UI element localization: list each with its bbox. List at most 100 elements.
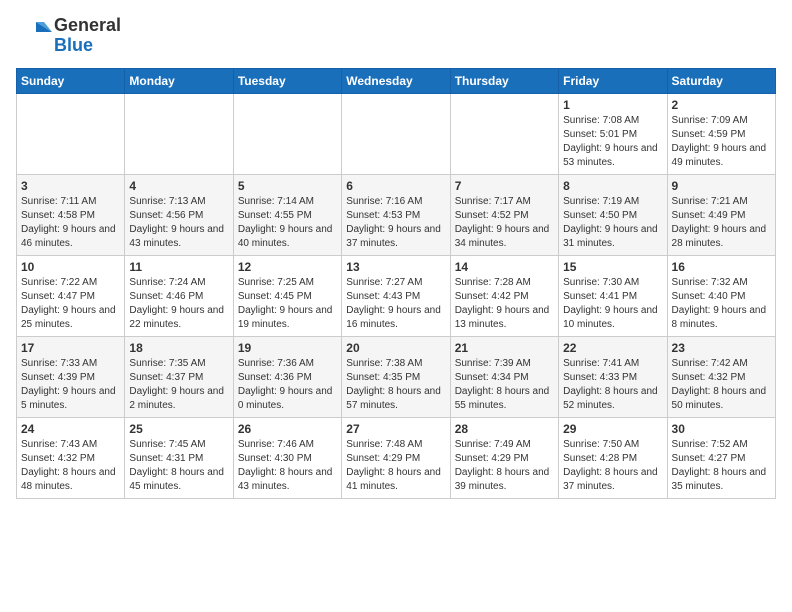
day-info: Sunrise: 7:11 AMSunset: 4:58 PMDaylight:… xyxy=(21,195,120,251)
day-cell: 27 Sunrise: 7:48 AMSunset: 4:29 PMDayligh… xyxy=(342,417,450,498)
day-number: 25 xyxy=(129,422,228,436)
day-number: 30 xyxy=(672,422,771,436)
day-number: 2 xyxy=(672,98,771,112)
day-cell xyxy=(125,93,233,174)
day-cell xyxy=(450,93,558,174)
col-header-friday: Friday xyxy=(559,68,667,93)
day-number: 5 xyxy=(238,179,337,193)
logo: General Blue xyxy=(16,16,121,56)
day-number: 18 xyxy=(129,341,228,355)
day-number: 15 xyxy=(563,260,662,274)
col-header-wednesday: Wednesday xyxy=(342,68,450,93)
day-number: 16 xyxy=(672,260,771,274)
day-number: 8 xyxy=(563,179,662,193)
day-info: Sunrise: 7:41 AMSunset: 4:33 PMDaylight:… xyxy=(563,357,662,413)
day-number: 19 xyxy=(238,341,337,355)
day-cell: 18 Sunrise: 7:35 AMSunset: 4:37 PMDayligh… xyxy=(125,336,233,417)
day-info: Sunrise: 7:50 AMSunset: 4:28 PMDaylight:… xyxy=(563,438,662,494)
day-info: Sunrise: 7:28 AMSunset: 4:42 PMDaylight:… xyxy=(455,276,554,332)
day-cell: 15 Sunrise: 7:30 AMSunset: 4:41 PMDayligh… xyxy=(559,255,667,336)
day-number: 27 xyxy=(346,422,445,436)
page-header: General Blue xyxy=(16,16,776,56)
week-row-2: 3 Sunrise: 7:11 AMSunset: 4:58 PMDaylight… xyxy=(17,174,776,255)
day-cell: 26 Sunrise: 7:46 AMSunset: 4:30 PMDayligh… xyxy=(233,417,341,498)
day-number: 13 xyxy=(346,260,445,274)
day-number: 3 xyxy=(21,179,120,193)
day-number: 17 xyxy=(21,341,120,355)
day-cell: 12Sunrise: 7:25 AMSunset: 4:45 PMDayligh… xyxy=(233,255,341,336)
day-info: Sunrise: 7:32 AMSunset: 4:40 PMDaylight:… xyxy=(672,276,771,332)
day-cell: 20 Sunrise: 7:38 AMSunset: 4:35 PMDayligh… xyxy=(342,336,450,417)
day-number: 28 xyxy=(455,422,554,436)
day-info: Sunrise: 7:46 AMSunset: 4:30 PMDaylight:… xyxy=(238,438,337,494)
day-number: 9 xyxy=(672,179,771,193)
day-number: 10 xyxy=(21,260,120,274)
day-cell: 25 Sunrise: 7:45 AMSunset: 4:31 PMDayligh… xyxy=(125,417,233,498)
day-cell: 29 Sunrise: 7:50 AMSunset: 4:28 PMDayligh… xyxy=(559,417,667,498)
day-number: 26 xyxy=(238,422,337,436)
week-row-1: 1 Sunrise: 7:08 AMSunset: 5:01 PMDaylight… xyxy=(17,93,776,174)
day-cell: 9Sunrise: 7:21 AMSunset: 4:49 PMDaylight… xyxy=(667,174,775,255)
col-header-monday: Monday xyxy=(125,68,233,93)
day-info: Sunrise: 7:30 AMSunset: 4:41 PMDaylight:… xyxy=(563,276,662,332)
day-info: Sunrise: 7:48 AMSunset: 4:29 PMDaylight:… xyxy=(346,438,445,494)
day-info: Sunrise: 7:13 AMSunset: 4:56 PMDaylight:… xyxy=(129,195,228,251)
day-cell: 8Sunrise: 7:19 AMSunset: 4:50 PMDaylight… xyxy=(559,174,667,255)
day-number: 20 xyxy=(346,341,445,355)
calendar-table: SundayMondayTuesdayWednesdayThursdayFrid… xyxy=(16,68,776,499)
day-cell xyxy=(233,93,341,174)
day-info: Sunrise: 7:43 AMSunset: 4:32 PMDaylight:… xyxy=(21,438,120,494)
day-cell: 6Sunrise: 7:16 AMSunset: 4:53 PMDaylight… xyxy=(342,174,450,255)
day-info: Sunrise: 7:52 AMSunset: 4:27 PMDaylight:… xyxy=(672,438,771,494)
day-info: Sunrise: 7:38 AMSunset: 4:35 PMDaylight:… xyxy=(346,357,445,413)
col-header-saturday: Saturday xyxy=(667,68,775,93)
day-number: 23 xyxy=(672,341,771,355)
day-number: 24 xyxy=(21,422,120,436)
day-cell: 4Sunrise: 7:13 AMSunset: 4:56 PMDaylight… xyxy=(125,174,233,255)
day-cell: 17 Sunrise: 7:33 AMSunset: 4:39 PMDayligh… xyxy=(17,336,125,417)
logo-text: General Blue xyxy=(54,16,121,56)
day-cell: 28 Sunrise: 7:49 AMSunset: 4:29 PMDayligh… xyxy=(450,417,558,498)
week-row-4: 17 Sunrise: 7:33 AMSunset: 4:39 PMDayligh… xyxy=(17,336,776,417)
day-cell: 16 Sunrise: 7:32 AMSunset: 4:40 PMDayligh… xyxy=(667,255,775,336)
day-info: Sunrise: 7:35 AMSunset: 4:37 PMDaylight:… xyxy=(129,357,228,413)
day-cell: 22 Sunrise: 7:41 AMSunset: 4:33 PMDayligh… xyxy=(559,336,667,417)
day-cell: 7 Sunrise: 7:17 AMSunset: 4:52 PMDaylight… xyxy=(450,174,558,255)
day-number: 1 xyxy=(563,98,662,112)
col-header-thursday: Thursday xyxy=(450,68,558,93)
day-info: Sunrise: 7:09 AMSunset: 4:59 PMDaylight:… xyxy=(672,114,771,170)
day-number: 29 xyxy=(563,422,662,436)
day-cell xyxy=(17,93,125,174)
day-cell: 10Sunrise: 7:22 AMSunset: 4:47 PMDayligh… xyxy=(17,255,125,336)
day-info: Sunrise: 7:08 AMSunset: 5:01 PMDaylight:… xyxy=(563,114,662,170)
day-info: Sunrise: 7:45 AMSunset: 4:31 PMDaylight:… xyxy=(129,438,228,494)
day-number: 11 xyxy=(129,260,228,274)
day-cell: 30 Sunrise: 7:52 AMSunset: 4:27 PMDayligh… xyxy=(667,417,775,498)
day-info: Sunrise: 7:24 AMSunset: 4:46 PMDaylight:… xyxy=(129,276,228,332)
day-number: 22 xyxy=(563,341,662,355)
col-header-sunday: Sunday xyxy=(17,68,125,93)
logo-bird-icon xyxy=(16,18,52,54)
day-number: 21 xyxy=(455,341,554,355)
day-info: Sunrise: 7:36 AMSunset: 4:36 PMDaylight:… xyxy=(238,357,337,413)
day-info: Sunrise: 7:14 AMSunset: 4:55 PMDaylight:… xyxy=(238,195,337,251)
day-info: Sunrise: 7:17 AMSunset: 4:52 PMDaylight:… xyxy=(455,195,554,251)
day-cell: 23Sunrise: 7:42 AMSunset: 4:32 PMDayligh… xyxy=(667,336,775,417)
logo-container: General Blue xyxy=(16,16,121,56)
day-info: Sunrise: 7:49 AMSunset: 4:29 PMDaylight:… xyxy=(455,438,554,494)
day-info: Sunrise: 7:33 AMSunset: 4:39 PMDaylight:… xyxy=(21,357,120,413)
logo-general-text: General xyxy=(54,16,121,36)
day-cell: 14Sunrise: 7:28 AMSunset: 4:42 PMDayligh… xyxy=(450,255,558,336)
day-cell: 5 Sunrise: 7:14 AMSunset: 4:55 PMDaylight… xyxy=(233,174,341,255)
day-cell: 1 Sunrise: 7:08 AMSunset: 5:01 PMDaylight… xyxy=(559,93,667,174)
day-cell: 3 Sunrise: 7:11 AMSunset: 4:58 PMDaylight… xyxy=(17,174,125,255)
logo-blue-text: Blue xyxy=(54,36,121,56)
day-number: 7 xyxy=(455,179,554,193)
day-info: Sunrise: 7:27 AMSunset: 4:43 PMDaylight:… xyxy=(346,276,445,332)
day-info: Sunrise: 7:25 AMSunset: 4:45 PMDaylight:… xyxy=(238,276,337,332)
col-header-tuesday: Tuesday xyxy=(233,68,341,93)
week-row-5: 24 Sunrise: 7:43 AMSunset: 4:32 PMDayligh… xyxy=(17,417,776,498)
week-row-3: 10Sunrise: 7:22 AMSunset: 4:47 PMDayligh… xyxy=(17,255,776,336)
day-info: Sunrise: 7:16 AMSunset: 4:53 PMDaylight:… xyxy=(346,195,445,251)
day-cell: 24 Sunrise: 7:43 AMSunset: 4:32 PMDayligh… xyxy=(17,417,125,498)
